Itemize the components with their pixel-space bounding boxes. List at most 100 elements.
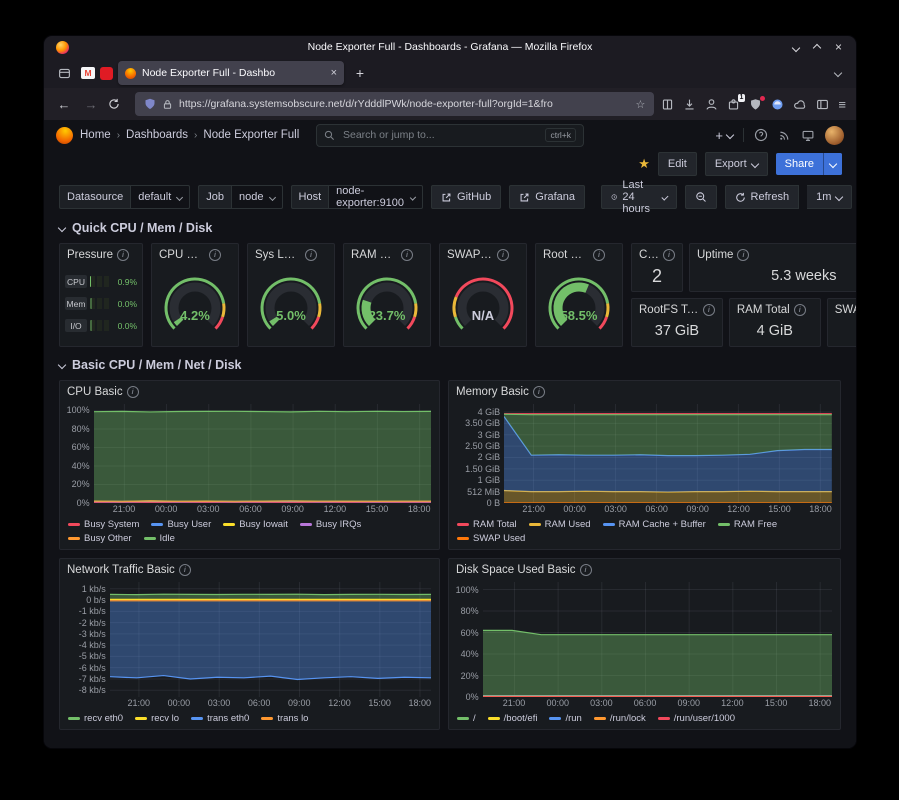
datasource-chip[interactable]: Datasource default	[59, 185, 190, 209]
user-avatar[interactable]	[825, 126, 844, 145]
breadcrumb-item-home[interactable]: Home	[80, 129, 111, 141]
close-button[interactable]: ×	[835, 42, 842, 52]
info-icon[interactable]: i	[497, 249, 509, 261]
refresh-button[interactable]: Refresh	[725, 185, 800, 209]
minimize-button[interactable]	[793, 38, 799, 56]
legend-item[interactable]: /	[457, 712, 476, 725]
legend-item[interactable]: Busy IRQs	[300, 518, 361, 531]
info-icon[interactable]: i	[580, 564, 592, 576]
bookmark-star-button[interactable]: ☆	[636, 98, 646, 111]
legend-item[interactable]: Busy Other	[68, 532, 132, 545]
legend-item[interactable]: RAM Free	[718, 518, 777, 531]
chart-plot[interactable]	[504, 404, 832, 503]
info-icon[interactable]: i	[401, 249, 413, 261]
legend-item[interactable]: /run/lock	[594, 712, 646, 725]
panel-swap-used-gauge[interactable]: SWAP Usedi N/A	[439, 243, 527, 347]
share-button[interactable]: Share	[776, 153, 823, 175]
panel-cpu-basic[interactable]: CPU Basici 100%80%60%40%20%0% 21:0000:00…	[59, 380, 440, 550]
panel-pressure[interactable]: Pressurei CPU 0.9% Mem 0.0%	[59, 243, 143, 347]
legend-item[interactable]: recv eth0	[68, 712, 123, 725]
url-text[interactable]: https://grafana.systemsobscure.net/d/rYd…	[179, 98, 630, 110]
legend-item[interactable]: RAM Cache + Buffer	[603, 518, 706, 531]
panel-memory-basic[interactable]: Memory Basici 4 GiB3.50 GiB3 GiB2.50 GiB…	[448, 380, 841, 550]
gmail-extension-icon[interactable]: M	[81, 67, 95, 79]
legend-item[interactable]: Busy System	[68, 518, 139, 531]
legend-item[interactable]: RAM Total	[457, 518, 517, 531]
panel-cpu-cores[interactable]: CPU Coresi 2	[631, 243, 683, 292]
downloads-icon[interactable]	[683, 98, 696, 111]
tab-close-button[interactable]: ×	[331, 67, 337, 79]
job-chip[interactable]: Job node	[198, 185, 282, 209]
info-icon[interactable]: i	[663, 249, 675, 261]
edit-button[interactable]: Edit	[658, 152, 697, 176]
legend-item[interactable]: recv lo	[135, 712, 179, 725]
panel-uptime[interactable]: Uptimei 5.3 weeks	[689, 243, 856, 292]
titlebar[interactable]: Node Exporter Full - Dashboards - Grafan…	[44, 36, 856, 58]
info-icon[interactable]: i	[794, 304, 806, 316]
info-icon[interactable]: i	[209, 249, 221, 261]
chart-plot[interactable]	[110, 582, 431, 697]
info-icon[interactable]: i	[593, 249, 605, 261]
help-icon[interactable]	[754, 128, 768, 142]
info-icon[interactable]: i	[703, 304, 715, 316]
legend-item[interactable]: /run	[549, 712, 581, 725]
display-icon[interactable]	[801, 129, 815, 142]
info-icon[interactable]: i	[127, 386, 139, 398]
vpn-icon[interactable]	[771, 98, 784, 111]
protection-extension-button[interactable]	[749, 98, 762, 111]
back-button[interactable]: ←	[54, 97, 74, 112]
new-tab-button[interactable]: +	[349, 65, 371, 81]
panel-root-fs-used-gauge[interactable]: Root FS Usedi 58.5%	[535, 243, 623, 347]
extensions-button[interactable]: 1	[727, 98, 740, 111]
legend-item[interactable]: /run/user/1000	[658, 712, 735, 725]
url-bar[interactable]: https://grafana.systemsobscure.net/d/rYd…	[135, 92, 654, 116]
adblock-extension-icon[interactable]	[100, 67, 113, 80]
section-basic-cpu-mem-net-disk[interactable]: Basic CPU / Mem / Net / Disk	[59, 355, 841, 375]
refresh-interval-button[interactable]: 1m	[807, 185, 852, 209]
active-tab[interactable]: Node Exporter Full - Dashbo ×	[118, 61, 344, 85]
panel-swap-total[interactable]: SWAP Totali 0 B	[827, 298, 856, 347]
panel-sys-load-gauge[interactable]: Sys Loadi 5.0%	[247, 243, 335, 347]
news-icon[interactable]	[778, 129, 791, 142]
library-icon[interactable]	[661, 98, 674, 111]
panel-disk-space-used-basic[interactable]: Disk Space Used Basici 100%80%60%40%20%0…	[448, 558, 841, 730]
search-input[interactable]	[341, 128, 539, 142]
tracking-shield-icon[interactable]	[144, 98, 156, 110]
legend-item[interactable]: SWAP Used	[457, 532, 525, 545]
info-icon[interactable]: i	[533, 386, 545, 398]
grafana-link-button[interactable]: Grafana	[509, 185, 585, 209]
share-caret-button[interactable]	[823, 153, 842, 175]
info-icon[interactable]: i	[305, 249, 317, 261]
grafana-logo[interactable]	[56, 127, 73, 144]
legend-item[interactable]: Busy User	[151, 518, 211, 531]
info-icon[interactable]: i	[737, 249, 749, 261]
search-box[interactable]: ctrl+k	[316, 124, 584, 147]
list-all-tabs-button[interactable]	[828, 70, 848, 76]
legend-item[interactable]: RAM Used	[529, 518, 591, 531]
export-button[interactable]: Export	[705, 152, 768, 176]
panel-ram-total[interactable]: RAM Totali 4 GiB	[729, 298, 821, 347]
info-icon[interactable]: i	[179, 564, 191, 576]
legend-item[interactable]: /boot/efi	[488, 712, 538, 725]
add-button[interactable]: +	[715, 128, 733, 143]
chart-plot[interactable]	[483, 582, 832, 697]
reload-button[interactable]	[108, 98, 128, 110]
panel-ram-used-gauge[interactable]: RAM Usedi 23.7%	[343, 243, 431, 347]
time-range-button[interactable]: Last 24 hours	[601, 185, 677, 209]
menu-button[interactable]: ≡	[838, 97, 846, 112]
legend-item[interactable]: Busy Iowait	[223, 518, 288, 531]
zoom-out-button[interactable]	[685, 185, 717, 209]
maximize-button[interactable]	[814, 38, 820, 56]
firefox-view-button[interactable]	[52, 62, 76, 84]
section-quick-cpu-mem-disk[interactable]: Quick CPU / Mem / Disk	[59, 218, 841, 238]
panel-cpu-busy-gauge[interactable]: CPU Busyi 4.2%	[151, 243, 239, 347]
host-chip[interactable]: Host node-exporter:9100	[291, 185, 424, 209]
cloud-icon[interactable]	[793, 98, 807, 111]
panel-network-traffic-basic[interactable]: Network Traffic Basici 1 kb/s0 b/s-1 kb/…	[59, 558, 440, 730]
legend-item[interactable]: Idle	[144, 532, 175, 545]
chart-plot[interactable]	[94, 404, 431, 503]
info-icon[interactable]: i	[117, 249, 129, 261]
panel-rootfs-total[interactable]: RootFS Totali 37 GiB	[631, 298, 723, 347]
legend-item[interactable]: trans lo	[261, 712, 308, 725]
sidebar-icon[interactable]	[816, 98, 829, 111]
